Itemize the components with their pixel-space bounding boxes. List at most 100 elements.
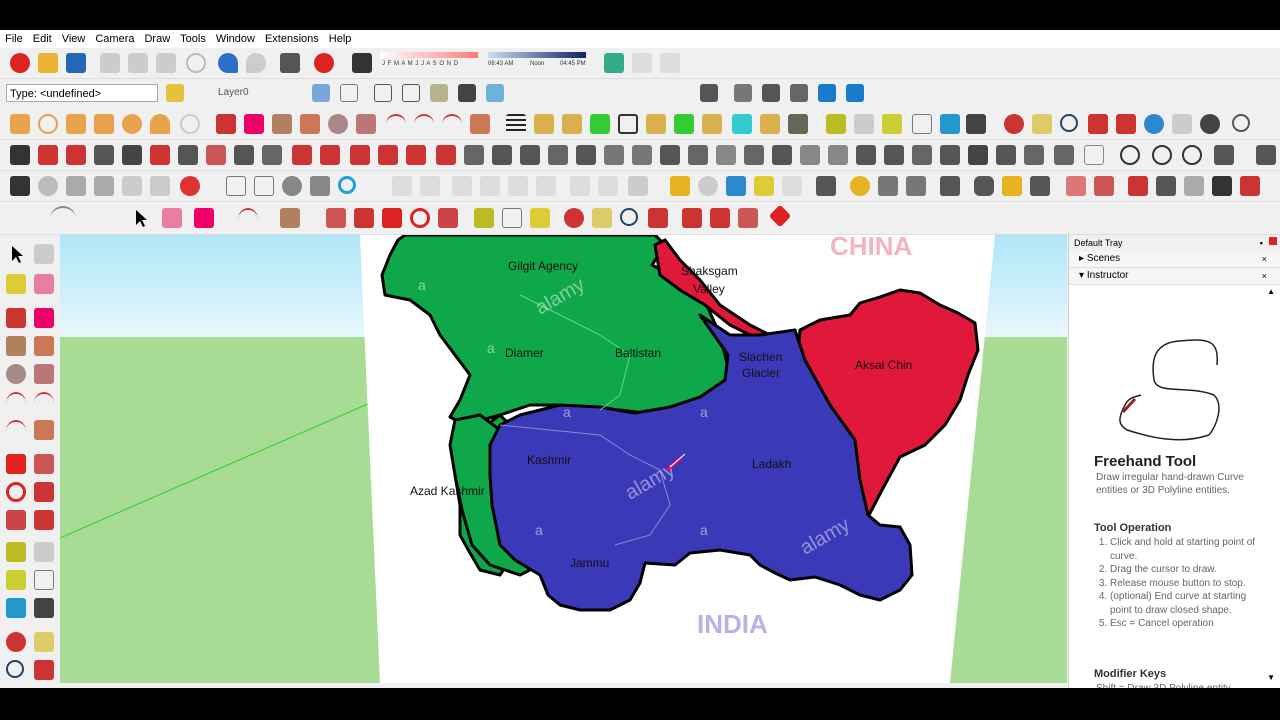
- ext-ae-icon[interactable]: [1094, 176, 1114, 196]
- freehand-icon[interactable]: [244, 114, 264, 134]
- palette-rect-icon[interactable]: [6, 336, 26, 356]
- solid-tool-9-icon[interactable]: [760, 114, 780, 134]
- dash-icon[interactable]: [1214, 145, 1234, 165]
- tray-scroll-down-icon[interactable]: ▼: [1267, 673, 1275, 682]
- palette-rot-rect-icon[interactable]: [34, 336, 54, 356]
- ext-g-icon[interactable]: [226, 176, 246, 196]
- shadow-toggle-icon[interactable]: [352, 53, 372, 73]
- draw-tool-r-icon[interactable]: [492, 145, 512, 165]
- solid-tool-8-icon[interactable]: [732, 114, 752, 134]
- arc-icon[interactable]: [386, 114, 406, 134]
- dimension-icon[interactable]: [882, 114, 902, 134]
- draw-tool-c-icon[interactable]: [66, 145, 86, 165]
- draw-tool-z-icon[interactable]: [716, 145, 736, 165]
- component-4-icon[interactable]: [818, 84, 836, 102]
- share-icon[interactable]: [710, 208, 730, 228]
- zoom-ext2-icon[interactable]: [648, 208, 668, 228]
- palette-pushpull-icon[interactable]: [34, 454, 54, 474]
- palette-arc-icon[interactable]: [6, 392, 26, 414]
- curve-tool-icon[interactable]: [50, 206, 76, 232]
- shadow-month-slider[interactable]: [380, 52, 478, 58]
- cut-icon[interactable]: [100, 53, 120, 73]
- shield-icon[interactable]: [670, 176, 690, 196]
- move-icon[interactable]: [382, 208, 402, 228]
- palette-pie-icon[interactable]: [34, 420, 54, 440]
- warehouse-icon[interactable]: [682, 208, 702, 228]
- ext-o-icon[interactable]: [570, 176, 590, 196]
- palette-move-icon[interactable]: [6, 454, 26, 474]
- arc3-icon[interactable]: [442, 114, 462, 134]
- menu-view[interactable]: View: [57, 33, 91, 45]
- tape-measure-icon[interactable]: [826, 114, 846, 134]
- zoom-icon[interactable]: [1060, 114, 1078, 132]
- draw-tool-t-icon[interactable]: [548, 145, 568, 165]
- menu-window[interactable]: Window: [211, 33, 260, 45]
- layer-select[interactable]: Layer0: [200, 84, 298, 102]
- component-2-icon[interactable]: [762, 84, 780, 102]
- ext-k-icon[interactable]: [452, 176, 472, 196]
- geo-location-icon[interactable]: [604, 53, 624, 73]
- palette-text-icon[interactable]: [34, 570, 54, 590]
- ext-i-icon[interactable]: [392, 176, 412, 196]
- palette-circle-icon[interactable]: [6, 364, 26, 384]
- menu-edit[interactable]: Edit: [28, 33, 57, 45]
- draw-tool-m-icon[interactable]: [350, 145, 370, 165]
- ext-aa-icon[interactable]: [974, 176, 994, 196]
- ext-q-icon[interactable]: [628, 176, 648, 196]
- draw-tool-ab-icon[interactable]: [772, 145, 792, 165]
- wireframe-icon[interactable]: [374, 84, 392, 102]
- pie-icon[interactable]: [470, 114, 490, 134]
- palette-arc3-icon[interactable]: [6, 420, 26, 442]
- ext-m-icon[interactable]: [508, 176, 528, 196]
- solid-tool-7-icon[interactable]: [702, 114, 722, 134]
- draw-tool-k-icon[interactable]: [292, 145, 312, 165]
- zoom2-icon[interactable]: [620, 208, 638, 226]
- scale-icon[interactable]: [438, 208, 458, 228]
- draw-tool-g-icon[interactable]: [178, 145, 198, 165]
- erase-icon[interactable]: [186, 53, 206, 73]
- draw-tool-n-icon[interactable]: [378, 145, 398, 165]
- draw-tool-p-icon[interactable]: [436, 145, 456, 165]
- component-5-icon[interactable]: [846, 84, 864, 102]
- ext-p-icon[interactable]: [598, 176, 618, 196]
- ext-ad-icon[interactable]: [1066, 176, 1086, 196]
- draw-tool-aj-icon[interactable]: [996, 145, 1016, 165]
- draw-tool-q-icon[interactable]: [464, 145, 484, 165]
- eraser-icon[interactable]: [162, 208, 182, 228]
- ext-aj-icon[interactable]: [1240, 176, 1260, 196]
- ext-ac-icon[interactable]: [1030, 176, 1050, 196]
- monochrome-icon[interactable]: [486, 84, 504, 102]
- draw-tool-am-icon[interactable]: [1084, 145, 1104, 165]
- palette-rotate-icon[interactable]: [6, 482, 26, 502]
- draw-tool-y-icon[interactable]: [688, 145, 708, 165]
- redo-icon[interactable]: [246, 53, 266, 73]
- ext-h-icon[interactable]: [310, 176, 330, 196]
- palette-dimension-icon[interactable]: [34, 542, 54, 562]
- check-icon[interactable]: [1120, 145, 1140, 165]
- paste-icon[interactable]: [156, 53, 176, 73]
- model-info-icon[interactable]: [314, 53, 334, 73]
- ext-u-icon[interactable]: [782, 176, 802, 196]
- ext-f-icon[interactable]: [150, 176, 170, 196]
- palette-pencil-icon[interactable]: [6, 308, 26, 328]
- teapot-icon[interactable]: [1152, 145, 1172, 165]
- ext-d-icon[interactable]: [94, 176, 114, 196]
- ext-r-icon[interactable]: [698, 176, 718, 196]
- orbit-icon[interactable]: [1004, 114, 1024, 134]
- pencil-icon[interactable]: [216, 114, 236, 134]
- palette-offset-icon[interactable]: [34, 510, 54, 530]
- menu-extensions[interactable]: Extensions: [260, 33, 324, 45]
- position-camera-icon[interactable]: [1172, 114, 1192, 134]
- draw-tool-aa-icon[interactable]: [744, 145, 764, 165]
- select-icon[interactable]: [10, 114, 30, 134]
- draw-tool-o-icon[interactable]: [406, 145, 426, 165]
- rotate-icon[interactable]: [410, 208, 430, 228]
- 3d-text-icon[interactable]: [966, 114, 986, 134]
- draw-tool-e-icon[interactable]: [122, 145, 142, 165]
- orbit2-icon[interactable]: [564, 208, 584, 228]
- palette-zoom-window-icon[interactable]: [34, 660, 54, 680]
- component-1-icon[interactable]: [734, 84, 752, 102]
- teapot2-icon[interactable]: [1182, 145, 1202, 165]
- zoom-window-icon[interactable]: [1088, 114, 1108, 134]
- draw-tool-al-icon[interactable]: [1054, 145, 1074, 165]
